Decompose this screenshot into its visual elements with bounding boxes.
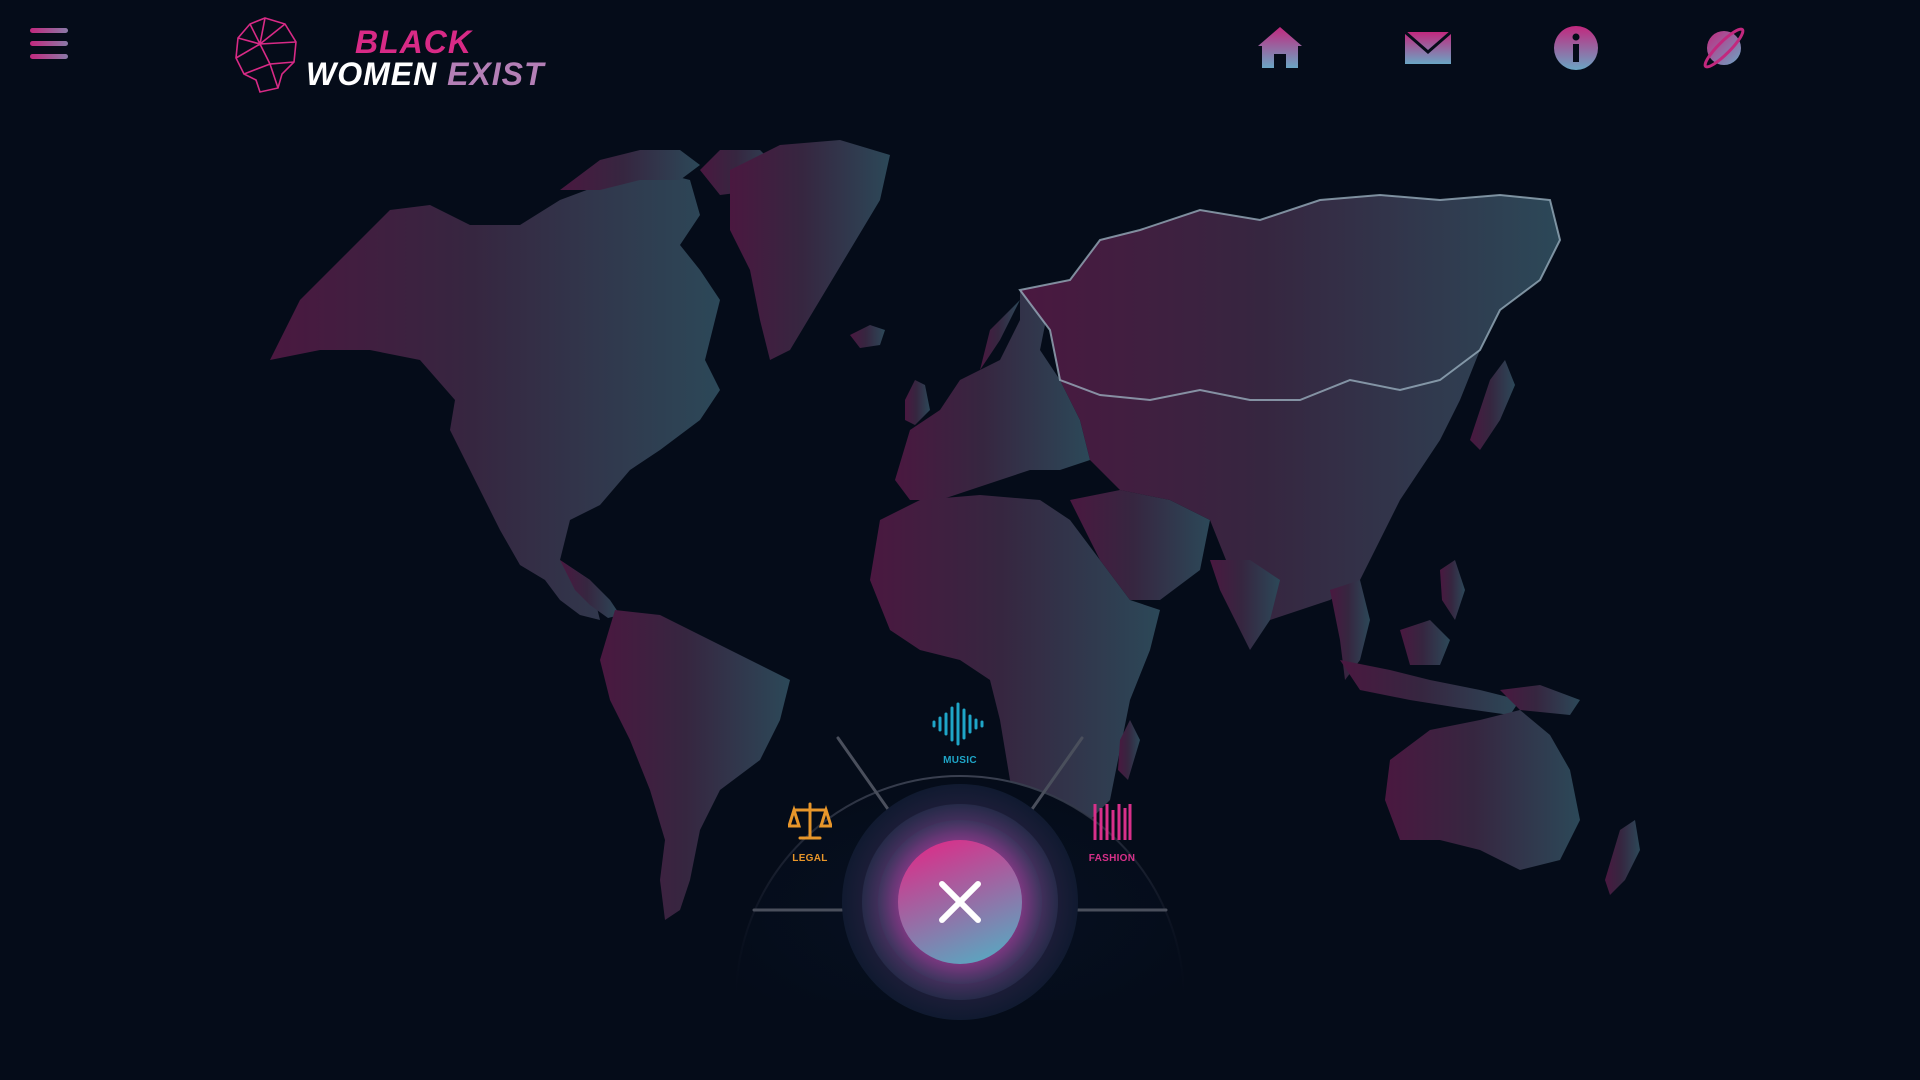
north-america (270, 170, 720, 620)
mail-icon[interactable] (1402, 22, 1454, 74)
menu-item-music[interactable]: MUSIC (928, 702, 992, 766)
scales-icon (786, 802, 834, 840)
new-zealand (1605, 820, 1640, 895)
menu-item-legal[interactable]: LEGAL (770, 800, 850, 864)
japan (1470, 360, 1515, 450)
planet-icon[interactable] (1698, 22, 1750, 74)
menu-item-fashion[interactable]: FASHION (1072, 800, 1152, 864)
soundwave-icon (932, 702, 984, 746)
hamburger-menu-icon[interactable] (30, 28, 68, 64)
australia (1385, 710, 1580, 870)
radial-menu: MUSIC LEGAL FASHION (730, 670, 1190, 1030)
logo-text-women: WOMEN (306, 56, 438, 92)
iceland (850, 325, 885, 348)
menu-item-music-label: MUSIC (943, 755, 977, 766)
britain (905, 380, 930, 425)
borneo (1400, 620, 1450, 665)
logo-text-exist: EXIST (447, 56, 545, 92)
india (1210, 560, 1280, 650)
head-network-icon (235, 17, 297, 93)
home-icon[interactable] (1254, 22, 1306, 74)
barcode-icon (1093, 804, 1132, 840)
info-icon[interactable] (1550, 22, 1602, 74)
menu-item-legal-label: LEGAL (792, 853, 828, 864)
top-bar: BLACK WOMEN EXIST (0, 0, 1920, 110)
logo-text-women-exist: WOMEN EXIST (306, 56, 545, 93)
philippines (1440, 560, 1465, 620)
indonesia (1340, 660, 1520, 715)
close-button[interactable] (860, 802, 1060, 1002)
logo[interactable]: BLACK WOMEN EXIST (230, 12, 544, 102)
menu-item-fashion-label: FASHION (1088, 853, 1136, 864)
